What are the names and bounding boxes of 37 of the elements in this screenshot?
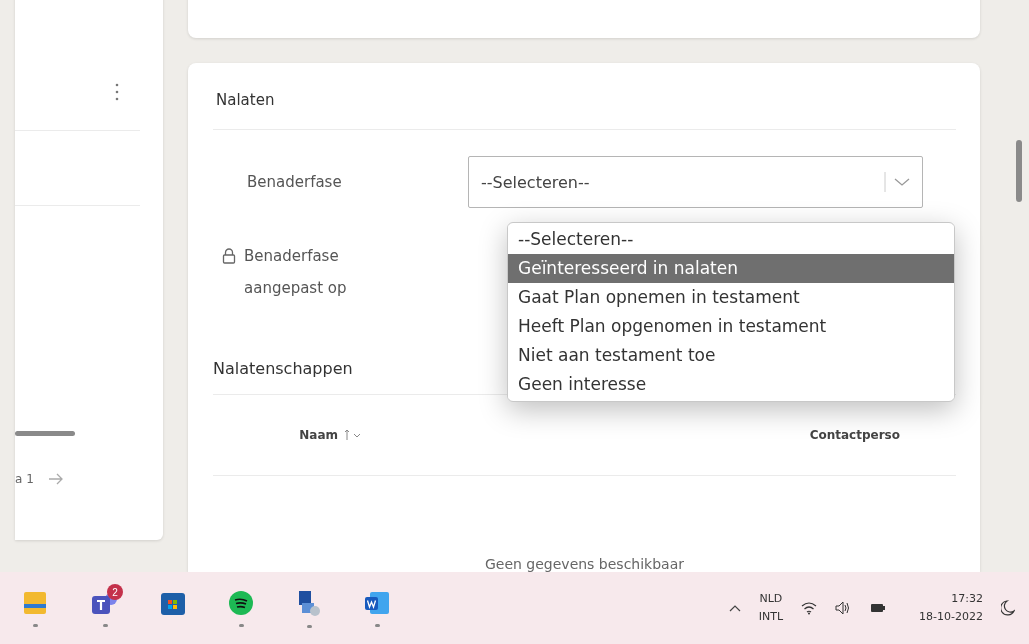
volume-icon[interactable] (835, 601, 852, 615)
column-header[interactable]: Naam (213, 428, 449, 442)
running-indicator (374, 623, 380, 627)
music-app-icon (228, 589, 254, 616)
folder-icon (24, 589, 46, 616)
dropdown-option[interactable]: Niet aan testament toe (508, 341, 954, 370)
dropdown-option[interactable]: Geen interesse (508, 370, 954, 399)
column-header[interactable]: Contactperso (448, 428, 956, 442)
language-indicator[interactable]: NLD INTL (758, 590, 784, 626)
clock[interactable]: 17:32 18-10-2022 (919, 590, 983, 626)
sort-ascending-icon (344, 429, 363, 441)
computer-network-icon (296, 588, 322, 617)
select-field[interactable]: --Selecteren-- (468, 156, 923, 208)
taskbar-app-button[interactable]: 2 (85, 580, 125, 636)
scroll-thumb[interactable] (1016, 140, 1022, 202)
dropdown-option[interactable]: --Selecteren-- (508, 225, 954, 254)
dropdown-option[interactable]: Gaat Plan opnemen in testament (508, 283, 954, 312)
running-indicator (32, 623, 38, 627)
more-icon[interactable] (115, 82, 119, 102)
running-indicator (238, 623, 244, 627)
field-label: Benaderfase (246, 173, 343, 191)
lock-icon (222, 248, 236, 264)
scroll-bar[interactable] (15, 431, 75, 436)
word-document-icon (364, 589, 390, 616)
running-indicator (102, 623, 108, 627)
page-text: a 1 (15, 472, 34, 486)
field-label: Benaderfase aangepast op (244, 246, 348, 299)
subsection-title: Nalatenschappen (213, 359, 354, 378)
notification-badge: 2 (107, 584, 123, 600)
empty-message: Geen gegevens beschikbaar (483, 556, 686, 572)
section-title: Nalaten (215, 91, 276, 109)
dropdown-option[interactable]: Heeft Plan opgenomen in testament (508, 312, 954, 341)
running-indicator (306, 624, 312, 628)
chevron-up-icon[interactable] (728, 604, 741, 612)
moon-icon[interactable] (1001, 600, 1015, 616)
dropdown-option[interactable]: Geïnteresseerd in nalaten (508, 254, 954, 283)
wifi-icon[interactable] (801, 601, 818, 615)
